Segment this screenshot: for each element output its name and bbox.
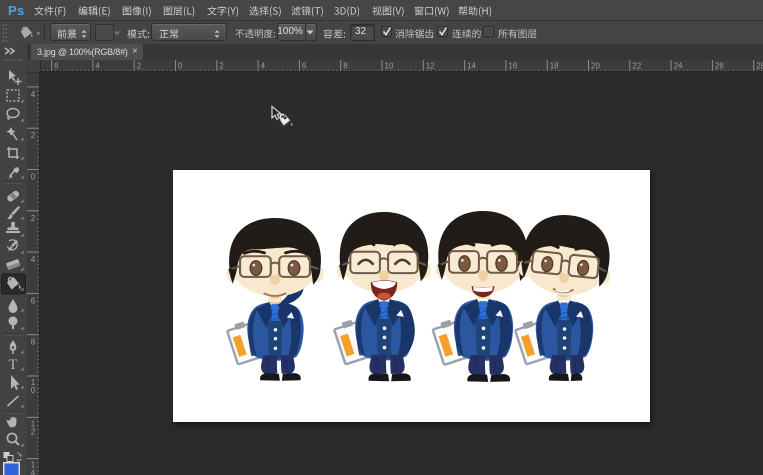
svg-text:6: 6 [31, 296, 36, 305]
svg-text:2: 2 [31, 131, 36, 140]
svg-text:4: 4 [261, 62, 266, 71]
svg-text:18: 18 [550, 62, 559, 71]
svg-text:4: 4 [31, 90, 36, 99]
svg-text:28: 28 [756, 62, 763, 71]
svg-text:6: 6 [54, 62, 59, 71]
svg-text:4: 4 [95, 62, 100, 71]
svg-text:2: 2 [219, 62, 224, 71]
svg-text:2: 2 [31, 427, 36, 436]
svg-text:12: 12 [426, 62, 435, 71]
svg-text:26: 26 [715, 62, 724, 71]
svg-text:8: 8 [31, 338, 36, 347]
svg-text:0: 0 [178, 62, 183, 71]
svg-text:0: 0 [31, 173, 36, 182]
svg-text:16: 16 [508, 62, 517, 71]
svg-text:4: 4 [31, 255, 36, 264]
svg-text:10: 10 [385, 62, 394, 71]
svg-text:22: 22 [632, 62, 641, 71]
svg-text:20: 20 [591, 62, 600, 71]
svg-text:24: 24 [674, 62, 683, 71]
svg-text:2: 2 [137, 62, 142, 71]
svg-text:14: 14 [467, 62, 476, 71]
svg-text:6: 6 [302, 62, 307, 71]
svg-text:T: T [8, 357, 17, 373]
svg-text:4: 4 [31, 469, 36, 475]
svg-text:0: 0 [31, 386, 36, 395]
svg-text:2: 2 [31, 214, 36, 223]
svg-text:8: 8 [343, 62, 348, 71]
